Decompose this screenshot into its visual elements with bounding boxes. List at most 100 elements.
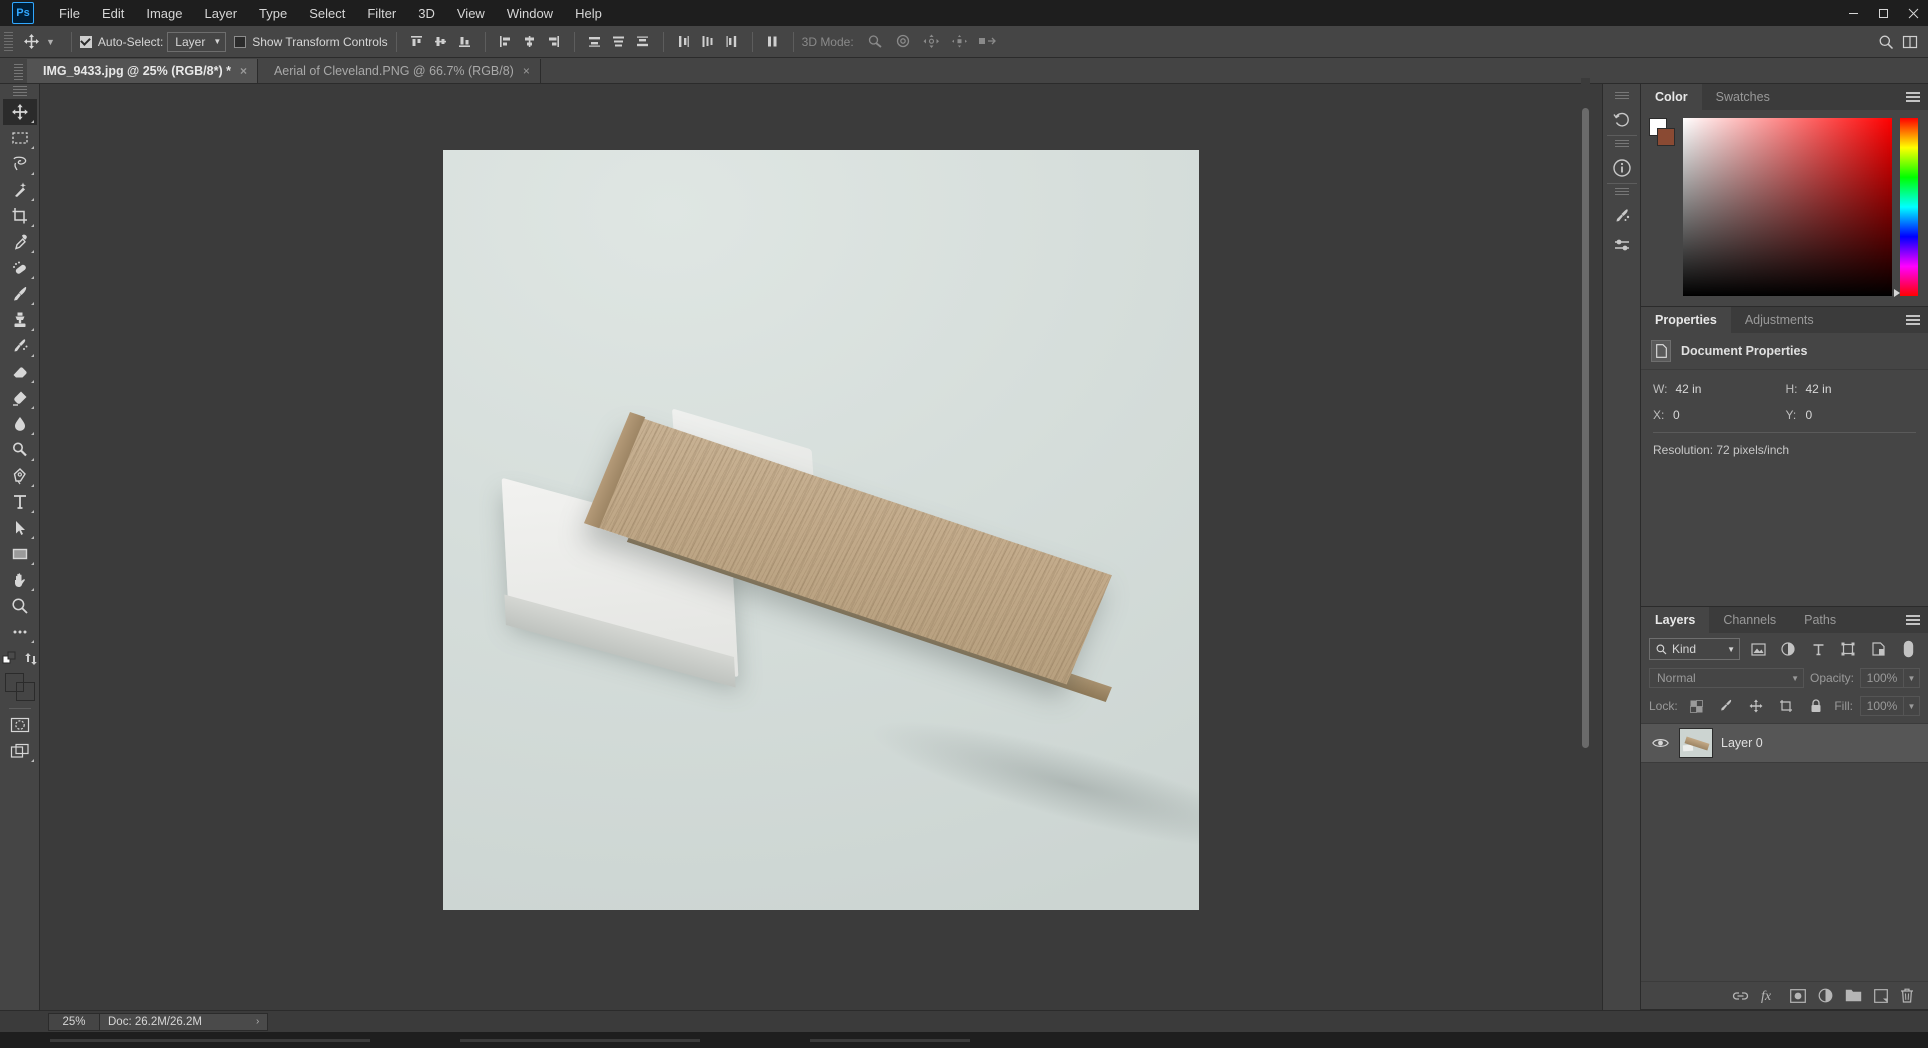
layers-panel-menu[interactable]	[1906, 607, 1920, 633]
menu-type[interactable]: Type	[248, 2, 298, 25]
tab-color[interactable]: Color	[1641, 84, 1702, 110]
color-panel-menu[interactable]	[1906, 84, 1920, 110]
rectangle-tool[interactable]	[3, 541, 37, 567]
align-bottom-edges-icon[interactable]	[454, 31, 476, 53]
lasso-tool[interactable]	[3, 151, 37, 177]
panel-menu-icon[interactable]	[1906, 615, 1920, 625]
dock-grip-3[interactable]	[1614, 188, 1629, 197]
slide-3d-icon[interactable]	[949, 31, 971, 53]
close-icon[interactable]: ×	[523, 64, 530, 78]
layer-row-layer-0[interactable]: Layer 0	[1641, 723, 1928, 763]
menu-select[interactable]: Select	[298, 2, 356, 25]
hue-slider[interactable]	[1894, 118, 1918, 297]
filter-pixel-icon[interactable]	[1746, 638, 1770, 660]
distribute-horizontal-centers-icon[interactable]	[697, 31, 719, 53]
chevron-down-icon[interactable]: ▼	[1904, 696, 1920, 716]
clone-stamp-tool[interactable]	[3, 307, 37, 333]
fill-value[interactable]: 100%	[1860, 696, 1904, 716]
magic-wand-tool[interactable]	[3, 177, 37, 203]
field-x[interactable]: X: 0	[1653, 408, 1786, 422]
align-left-edges-icon[interactable]	[495, 31, 517, 53]
screen-mode-icon[interactable]	[3, 738, 37, 764]
color-field[interactable]	[1683, 118, 1892, 296]
background-color-swatch[interactable]	[1657, 128, 1675, 146]
spot-healing-brush-tool[interactable]	[3, 255, 37, 281]
hand-tool[interactable]	[3, 567, 37, 593]
maximize-button[interactable]	[1868, 0, 1898, 26]
blur-tool[interactable]	[3, 411, 37, 437]
menu-filter[interactable]: Filter	[356, 2, 407, 25]
tab-swatches[interactable]: Swatches	[1701, 84, 1784, 110]
fill-control[interactable]: 100% ▼	[1860, 696, 1920, 716]
chevron-down-icon[interactable]: ▼	[1904, 668, 1920, 688]
toolbar-grip[interactable]	[12, 86, 27, 96]
gradient-tool[interactable]	[3, 385, 37, 411]
move-tool-icon[interactable]	[18, 29, 44, 55]
scrollbar-thumb[interactable]	[1582, 108, 1589, 748]
dock-grip[interactable]	[1614, 92, 1629, 101]
chevron-right-icon[interactable]: ›	[256, 1016, 259, 1027]
link-layers-icon[interactable]	[1732, 990, 1749, 1002]
distribute-top-edges-icon[interactable]	[584, 31, 606, 53]
menu-edit[interactable]: Edit	[91, 2, 135, 25]
layer-filter-kind-select[interactable]: Kind ▼	[1649, 638, 1740, 660]
minimize-button[interactable]	[1838, 0, 1868, 26]
filter-type-icon[interactable]	[1806, 638, 1830, 660]
history-icon[interactable]	[1606, 105, 1638, 135]
eyedropper-tool[interactable]	[3, 229, 37, 255]
new-group-icon[interactable]	[1845, 989, 1862, 1002]
show-transform-controls-checkbox[interactable]: Show Transform Controls	[234, 35, 388, 49]
properties-panel-menu[interactable]	[1906, 307, 1920, 333]
distribute-spacing-icon[interactable]	[762, 31, 784, 53]
brush-settings-icon[interactable]	[1606, 201, 1638, 231]
blend-mode-select[interactable]: Normal ▼	[1649, 668, 1804, 688]
tab-properties[interactable]: Properties	[1641, 307, 1731, 333]
zoom-level-field[interactable]: 25%	[48, 1012, 100, 1031]
show-transform-check-icon[interactable]	[234, 35, 247, 48]
add-layer-mask-icon[interactable]	[1790, 988, 1806, 1003]
scale-3d-icon[interactable]	[977, 31, 999, 53]
dodge-tool[interactable]	[3, 437, 37, 463]
field-y[interactable]: Y: 0	[1786, 408, 1919, 422]
panel-menu-icon[interactable]	[1906, 315, 1920, 325]
quick-mask-mode-icon[interactable]	[3, 712, 37, 738]
lock-position-icon[interactable]	[1745, 695, 1768, 717]
lock-artboard-icon[interactable]	[1774, 695, 1797, 717]
menu-layer[interactable]: Layer	[194, 2, 249, 25]
brush-tool[interactable]	[3, 281, 37, 307]
opacity-value[interactable]: 100%	[1860, 668, 1904, 688]
dock-grip-2[interactable]	[1614, 140, 1629, 149]
layer-style-fx-icon[interactable]: fx	[1761, 988, 1778, 1003]
new-adjustment-layer-icon[interactable]	[1818, 988, 1833, 1003]
tab-layers[interactable]: Layers	[1641, 607, 1710, 633]
history-brush-tool[interactable]	[3, 333, 37, 359]
edit-toolbar-tool[interactable]	[3, 619, 37, 645]
layer-name[interactable]: Layer 0	[1721, 736, 1763, 750]
pan-3d-icon[interactable]	[921, 31, 943, 53]
info-icon[interactable]	[1606, 153, 1638, 183]
menu-window[interactable]: Window	[496, 2, 564, 25]
field-width[interactable]: W: 42 in	[1653, 382, 1786, 396]
auto-select-scope-select[interactable]: Layer ▼	[167, 31, 227, 52]
align-vertical-centers-icon[interactable]	[430, 31, 452, 53]
path-selection-tool[interactable]	[3, 515, 37, 541]
align-horizontal-centers-icon[interactable]	[519, 31, 541, 53]
crop-tool[interactable]	[3, 203, 37, 229]
field-height[interactable]: H: 42 in	[1786, 382, 1919, 396]
lock-image-icon[interactable]	[1715, 695, 1738, 717]
filter-shape-icon[interactable]	[1836, 638, 1860, 660]
move-tool[interactable]	[2, 99, 37, 125]
menu-view[interactable]: View	[446, 2, 496, 25]
menu-help[interactable]: Help	[564, 2, 613, 25]
rectangular-marquee-tool[interactable]	[3, 125, 37, 151]
distribute-right-edges-icon[interactable]	[721, 31, 743, 53]
tool-preset-chevron-down-icon[interactable]: ▼	[44, 37, 63, 47]
opacity-control[interactable]: 100% ▼	[1860, 668, 1920, 688]
adjustments-icon[interactable]	[1606, 231, 1638, 261]
delete-layer-icon[interactable]	[1900, 988, 1914, 1003]
filter-smart-object-icon[interactable]	[1866, 638, 1890, 660]
pen-tool[interactable]	[3, 463, 37, 489]
default-colors-icon[interactable]	[2, 651, 18, 667]
menu-file[interactable]: File	[48, 2, 91, 25]
distribute-vertical-centers-icon[interactable]	[608, 31, 630, 53]
